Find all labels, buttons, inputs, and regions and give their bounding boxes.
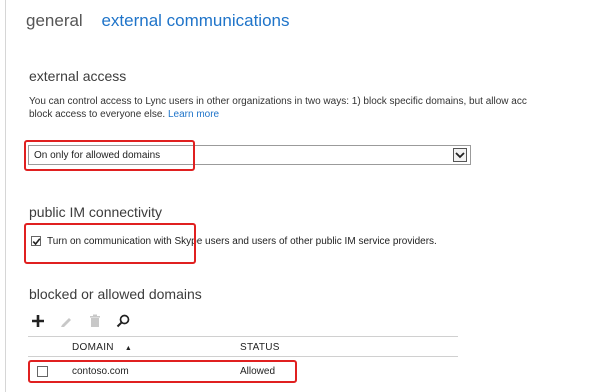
- column-header-domain[interactable]: DOMAIN ▲: [72, 342, 132, 353]
- trash-icon[interactable]: [87, 313, 103, 329]
- domains-heading: blocked or allowed domains: [29, 286, 202, 302]
- description-line-2: block access to everyone else. Learn mor…: [29, 108, 595, 121]
- tab-bar: general external communications: [26, 11, 303, 31]
- sort-ascending-icon: ▲: [124, 345, 133, 352]
- dropdown-highlight-box: [24, 140, 195, 171]
- column-header-status[interactable]: STATUS: [240, 342, 280, 353]
- search-icon[interactable]: [115, 313, 131, 329]
- page-frame: [5, 0, 595, 392]
- tab-external-communications[interactable]: external communications: [101, 11, 289, 30]
- external-access-description: You can control access to Lync users in …: [29, 95, 595, 121]
- column-header-domain-label: DOMAIN: [72, 342, 114, 353]
- description-line-2-text: block access to everyone else.: [29, 109, 166, 120]
- public-im-heading: public IM connectivity: [29, 204, 163, 220]
- pencil-icon[interactable]: [58, 313, 74, 329]
- learn-more-link[interactable]: Learn more: [168, 109, 219, 120]
- checkbox-highlight-box: [24, 223, 196, 264]
- tab-general[interactable]: general: [26, 11, 83, 30]
- row-highlight-box: [28, 360, 297, 383]
- table-header-line: [28, 356, 458, 357]
- description-line-1: You can control access to Lync users in …: [29, 96, 527, 107]
- chevron-down-icon[interactable]: [453, 148, 467, 162]
- table-top-line: [28, 336, 458, 337]
- plus-icon[interactable]: [30, 313, 46, 329]
- external-access-heading: external access: [29, 68, 127, 84]
